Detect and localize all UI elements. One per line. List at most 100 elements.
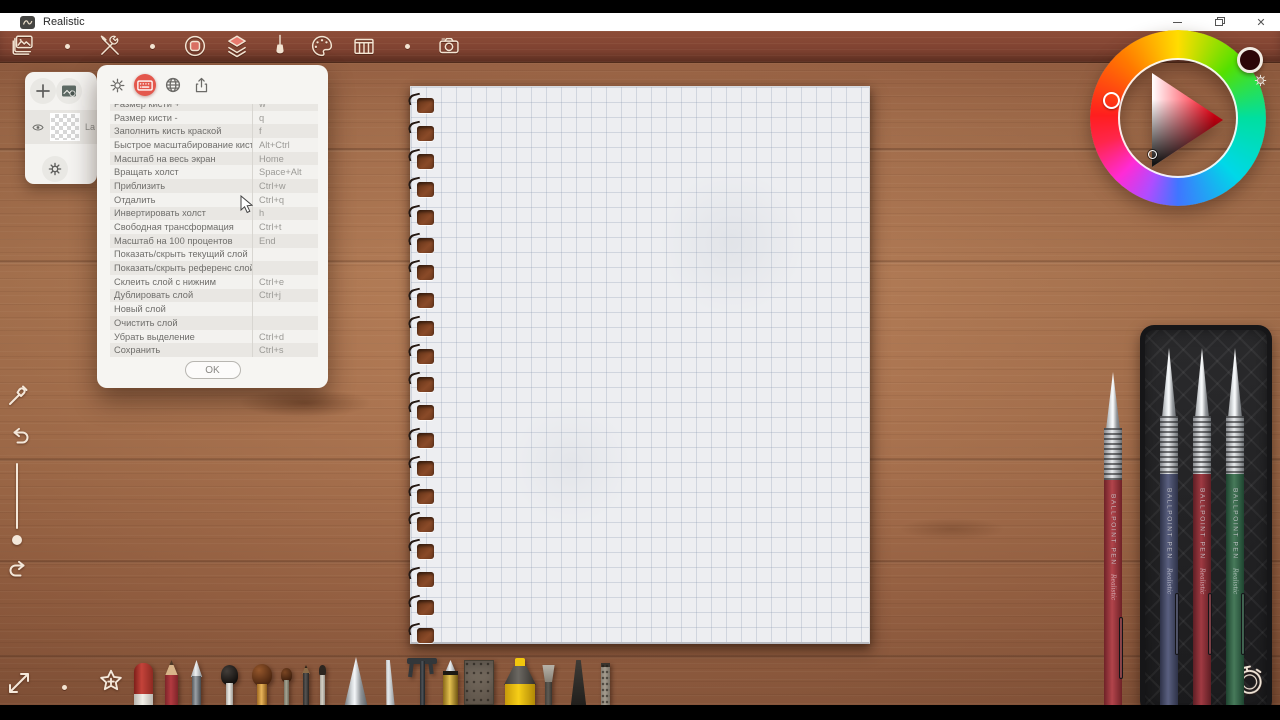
pen-grip bbox=[1193, 416, 1211, 474]
spiral-hole bbox=[417, 210, 434, 225]
palette-icon[interactable] bbox=[309, 33, 335, 59]
pen-navy-pen[interactable]: BALLPOINT PENRealistic bbox=[1160, 348, 1178, 720]
spiral-hole bbox=[417, 154, 434, 169]
shortcut-action: Отдалить bbox=[110, 195, 252, 205]
pen-red-pen[interactable]: BALLPOINT PENRealistic bbox=[1104, 372, 1122, 720]
spiral-hole bbox=[417, 433, 434, 448]
tool-cone-metal[interactable] bbox=[344, 657, 368, 705]
size-slider[interactable] bbox=[16, 463, 18, 529]
pen-clip bbox=[1119, 617, 1123, 679]
restore-button[interactable] bbox=[1208, 14, 1230, 30]
pen-tip bbox=[1193, 348, 1211, 416]
sv-selector[interactable] bbox=[1148, 150, 1157, 159]
drawing-canvas[interactable] bbox=[410, 86, 870, 644]
shortcut-action: Сохранить bbox=[110, 345, 252, 355]
shortcut-row[interactable]: Заполнить кисть краскойf bbox=[110, 124, 318, 138]
spiral-hole bbox=[417, 182, 434, 197]
tool-brush-thin[interactable] bbox=[318, 665, 327, 705]
record-icon[interactable] bbox=[182, 33, 208, 59]
tool-pencil-mech[interactable] bbox=[189, 660, 204, 705]
shortcut-row[interactable]: ОтдалитьCtrl+q bbox=[110, 193, 318, 207]
shortcut-row[interactable]: СохранитьCtrl+s bbox=[110, 343, 318, 357]
shortcut-row[interactable]: Новый слой bbox=[110, 302, 318, 316]
tool-pencil-red[interactable] bbox=[165, 660, 178, 705]
tool-caliper[interactable] bbox=[406, 657, 438, 705]
tab-settings-gear-icon[interactable] bbox=[106, 74, 128, 96]
brush-icon[interactable] bbox=[267, 33, 293, 59]
minimize-button[interactable] bbox=[1166, 14, 1188, 30]
tool-brush-small[interactable] bbox=[280, 668, 293, 705]
pen-red-pen[interactable]: BALLPOINT PENRealistic bbox=[1193, 348, 1211, 720]
shortcuts-table: Размер кисти +wРазмер кисти -qЗаполнить … bbox=[110, 104, 318, 358]
pen-clip bbox=[1208, 593, 1212, 655]
tool-file-metal[interactable] bbox=[464, 660, 494, 705]
layers-icon[interactable] bbox=[224, 33, 250, 59]
shortcut-row[interactable]: Вращать холстSpace+Alt bbox=[110, 165, 318, 179]
color-settings-gear-icon[interactable] bbox=[1253, 73, 1268, 88]
eyedropper-icon[interactable] bbox=[6, 381, 32, 407]
shortcut-row[interactable]: Показать/скрыть референс слой bbox=[110, 261, 318, 275]
tool-knife[interactable] bbox=[381, 660, 398, 705]
pen-body: BALLPOINT PENRealistic bbox=[1104, 480, 1122, 720]
close-button[interactable]: ✕ bbox=[1250, 14, 1272, 30]
spiral-hole bbox=[417, 265, 434, 280]
layer-row[interactable]: La bbox=[25, 110, 97, 144]
pen-green-pen[interactable]: BALLPOINT PENRealistic bbox=[1226, 348, 1244, 720]
shortcut-row[interactable]: Масштаб на весь экранHome bbox=[110, 152, 318, 166]
camera-icon[interactable] bbox=[436, 33, 462, 59]
layer-thumbnail[interactable] bbox=[50, 113, 80, 141]
tool-brush-round-black[interactable] bbox=[221, 665, 238, 705]
shortcut-keys bbox=[252, 248, 318, 262]
shortcut-row[interactable]: Очистить слой bbox=[110, 316, 318, 330]
shortcut-row[interactable]: Масштаб на 100 процентовEnd bbox=[110, 234, 318, 248]
shortcut-row[interactable]: Свободная трансформацияCtrl+t bbox=[110, 220, 318, 234]
undo-icon[interactable] bbox=[6, 424, 32, 450]
spiral-hole bbox=[417, 517, 434, 532]
tool-spatula[interactable] bbox=[569, 660, 588, 705]
tool-stick-charcoal[interactable] bbox=[601, 663, 610, 705]
shortcut-row[interactable]: Инвертировать холстh bbox=[110, 207, 318, 221]
columns-icon[interactable] bbox=[351, 33, 377, 59]
ok-button[interactable]: OK bbox=[185, 361, 241, 379]
top-letterbox bbox=[0, 0, 1280, 13]
shortcut-row[interactable]: Показать/скрыть текущий слой bbox=[110, 248, 318, 262]
shortcut-row[interactable]: Размер кисти +w bbox=[110, 104, 318, 111]
current-color-swatch[interactable] bbox=[1237, 47, 1263, 73]
mouse-cursor bbox=[240, 195, 253, 219]
hue-selector[interactable] bbox=[1103, 92, 1120, 109]
expand-icon[interactable] bbox=[6, 670, 32, 698]
shortcut-action: Показать/скрыть текущий слой bbox=[110, 249, 252, 259]
tool-marker-red[interactable] bbox=[134, 663, 153, 705]
add-layer-button[interactable] bbox=[30, 78, 56, 104]
layer-settings-gear-icon[interactable] bbox=[42, 156, 68, 182]
pen-tip bbox=[1104, 372, 1122, 428]
tool-pen-gold[interactable] bbox=[442, 660, 459, 705]
tab-share-export-icon[interactable] bbox=[190, 74, 212, 96]
tool-brush-round-brown[interactable] bbox=[252, 664, 272, 705]
pen-grip bbox=[1104, 428, 1122, 480]
tool-brush-flat[interactable] bbox=[539, 665, 558, 705]
separator-dot bbox=[65, 44, 70, 49]
layer-visibility-eye-icon[interactable] bbox=[32, 123, 44, 132]
tool-highlighter[interactable] bbox=[504, 658, 536, 705]
import-image-button[interactable] bbox=[56, 78, 82, 104]
tab-shortcuts-keyboard-icon[interactable] bbox=[134, 74, 156, 96]
shortcut-row[interactable]: Убрать выделениеCtrl+d bbox=[110, 330, 318, 344]
pen-brand: Realistic bbox=[1110, 574, 1117, 600]
tab-language-globe-icon[interactable] bbox=[162, 74, 184, 96]
shortcut-row[interactable]: Склеить слой с нижнимCtrl+e bbox=[110, 275, 318, 289]
redo-icon[interactable] bbox=[6, 557, 32, 583]
shortcut-row[interactable]: Размер кисти -q bbox=[110, 111, 318, 125]
spiral-hole bbox=[417, 628, 434, 643]
shortcut-row[interactable]: Дублировать слойCtrl+j bbox=[110, 289, 318, 303]
shortcut-row[interactable]: Быстрое масштабирование кистиAlt+Ctrl bbox=[110, 138, 318, 152]
tools-icon[interactable] bbox=[97, 33, 123, 59]
separator-dot bbox=[405, 44, 410, 49]
tool-pencil-thin[interactable] bbox=[302, 665, 310, 705]
size-slider-knob[interactable] bbox=[12, 535, 22, 545]
star-add-icon[interactable] bbox=[96, 667, 126, 697]
shortcut-keys: Ctrl+d bbox=[252, 330, 318, 344]
shortcut-keys bbox=[252, 302, 318, 316]
gallery-icon[interactable] bbox=[10, 33, 36, 59]
shortcut-row[interactable]: ПриблизитьCtrl+w bbox=[110, 179, 318, 193]
